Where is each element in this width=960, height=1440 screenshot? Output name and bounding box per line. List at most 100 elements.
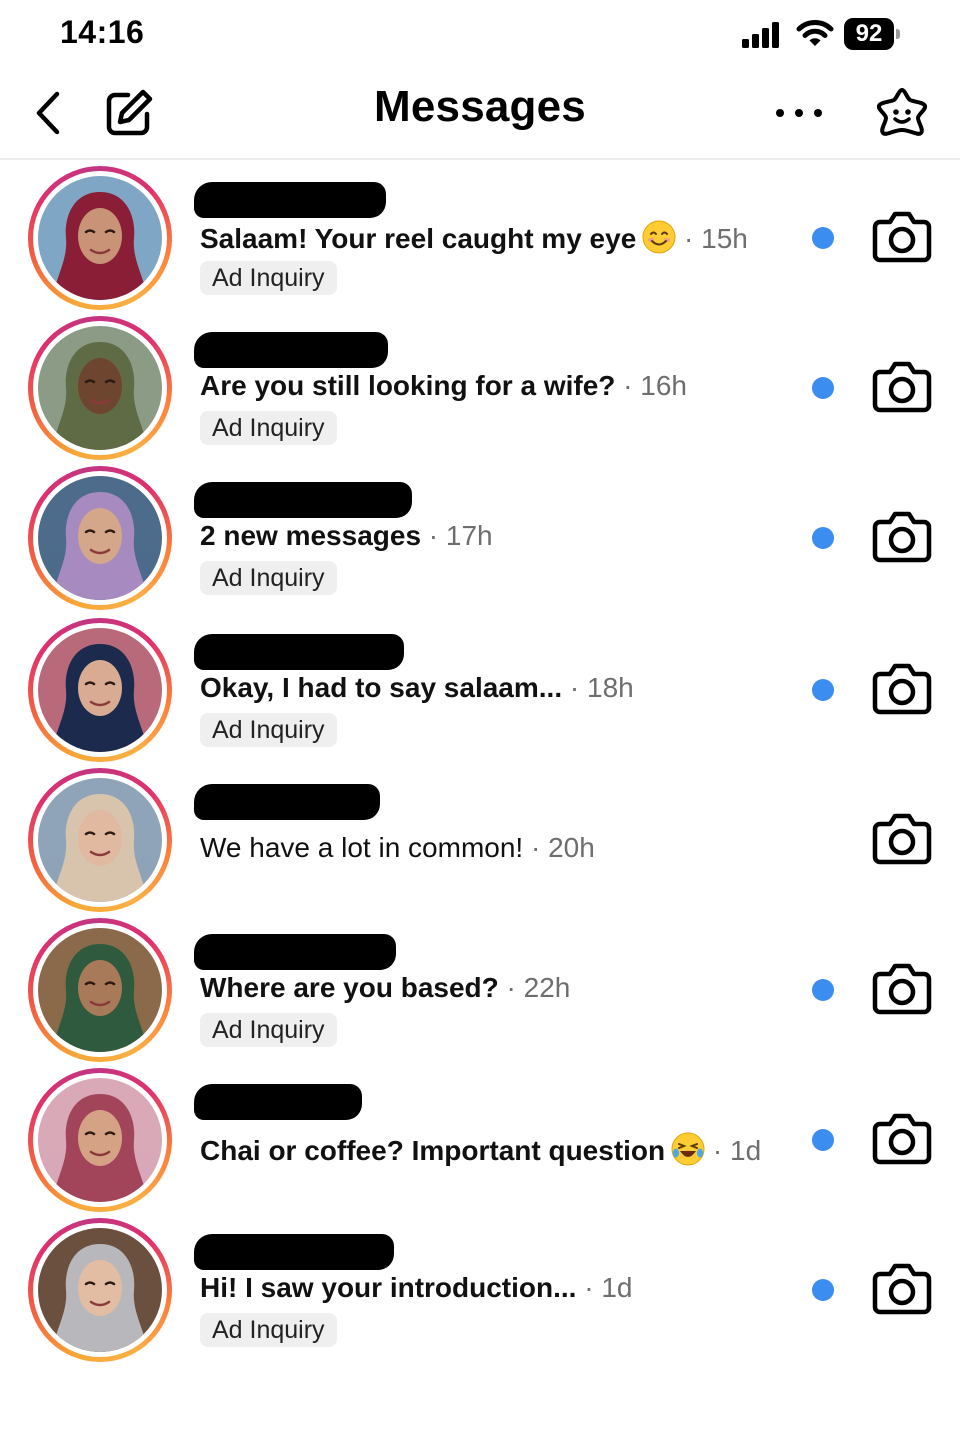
message-timestamp: · 1d [576, 1272, 633, 1303]
story-ring[interactable] [28, 166, 172, 310]
message-preview: Hi! I saw your introduction... · 1d [200, 1272, 633, 1304]
message-timestamp: · 22h [498, 972, 571, 1003]
camera-button[interactable] [872, 208, 932, 264]
story-ring[interactable] [28, 316, 172, 460]
unread-dot [812, 1279, 834, 1301]
unread-dot [812, 227, 834, 249]
status-time: 14:16 [60, 14, 145, 50]
thread-row[interactable]: Okay, I had to say salaam... · 18h Ad Inq… [0, 614, 960, 764]
message-text: Salaam! Your reel caught my eye [200, 223, 637, 254]
header: Messages [0, 70, 960, 160]
camera-icon [872, 211, 932, 263]
message-text: Hi! I saw your introduction... [200, 1272, 577, 1303]
message-timestamp: · 17h [421, 520, 493, 551]
label-chip: Ad Inquiry [200, 1313, 337, 1347]
unread-dot [812, 1129, 834, 1151]
thread-row[interactable]: 2 new messages · 17h Ad Inquiry [0, 462, 960, 612]
redacted-username [194, 482, 412, 518]
status-bar: 14:16 92 [0, 0, 960, 70]
camera-button[interactable] [872, 810, 932, 866]
cellular-signal-icon [742, 22, 779, 48]
message-text: Are you still looking for a wife? [200, 370, 616, 401]
avatar [38, 1228, 162, 1352]
avatar-photo [38, 928, 162, 1052]
message-text: Okay, I had to say salaam... [200, 672, 563, 703]
story-ring[interactable] [28, 618, 172, 762]
thread-row[interactable]: Where are you based? · 22h Ad Inquiry [0, 914, 960, 1064]
ai-assistant-button[interactable] [874, 86, 930, 142]
avatar-photo [38, 778, 162, 902]
label-chip: Ad Inquiry [200, 1013, 337, 1047]
message-timestamp: · 15h [676, 223, 748, 254]
message-text: 2 new messages [200, 520, 422, 551]
thread-row[interactable]: Hi! I saw your introduction... · 1d Ad In… [0, 1214, 960, 1364]
thread-row[interactable]: Are you still looking for a wife? · 16h A… [0, 312, 960, 462]
message-text: We have a lot in common! [200, 832, 524, 863]
thread-row[interactable]: Salaam! Your reel caught my eye · 15h Ad … [0, 162, 960, 312]
redacted-username [194, 934, 396, 970]
camera-icon [872, 361, 932, 413]
story-ring[interactable] [28, 1218, 172, 1362]
avatar [38, 778, 162, 902]
laughing-face-emoji [671, 1132, 705, 1166]
redacted-username [194, 182, 386, 218]
thread-row[interactable]: We have a lot in common! · 20h [0, 764, 960, 914]
redacted-username [194, 1234, 394, 1270]
unread-dot [812, 527, 834, 549]
thread-row[interactable]: Chai or coffee? Important question · 1d [0, 1064, 960, 1214]
avatar-photo [38, 628, 162, 752]
message-preview: Salaam! Your reel caught my eye · 15h [200, 220, 748, 255]
message-preview: We have a lot in common! · 20h [200, 832, 595, 864]
more-icon-dot [814, 109, 822, 117]
avatar [38, 1078, 162, 1202]
camera-icon [872, 813, 932, 865]
camera-button[interactable] [872, 1260, 932, 1316]
label-chip: Ad Inquiry [200, 561, 337, 595]
story-ring[interactable] [28, 466, 172, 610]
camera-button[interactable] [872, 960, 932, 1016]
message-preview: Okay, I had to say salaam... · 18h [200, 672, 634, 704]
avatar [38, 476, 162, 600]
battery-tip [896, 29, 900, 39]
label-chip: Ad Inquiry [200, 261, 337, 295]
smiling-face-emoji [642, 220, 676, 254]
story-ring[interactable] [28, 918, 172, 1062]
avatar-photo [38, 476, 162, 600]
unread-dot [812, 377, 834, 399]
redacted-username [194, 1084, 362, 1120]
message-preview: Where are you based? · 22h [200, 972, 570, 1004]
battery-indicator: 92 [844, 18, 900, 50]
camera-button[interactable] [872, 358, 932, 414]
camera-button[interactable] [872, 660, 932, 716]
message-text: Where are you based? [200, 972, 499, 1003]
avatar [38, 928, 162, 1052]
redacted-username [194, 332, 388, 368]
camera-icon [872, 1263, 932, 1315]
unread-dot [812, 979, 834, 1001]
avatar [38, 628, 162, 752]
story-ring[interactable] [28, 1068, 172, 1212]
camera-button[interactable] [872, 1110, 932, 1166]
unread-dot [812, 679, 834, 701]
redacted-username [194, 634, 404, 670]
avatar [38, 326, 162, 450]
message-timestamp: · 18h [562, 672, 634, 703]
wifi-icon [796, 20, 834, 46]
camera-icon [872, 663, 932, 715]
avatar-photo [38, 326, 162, 450]
more-icon-dot [795, 109, 803, 117]
label-chip: Ad Inquiry [200, 713, 337, 747]
camera-icon [872, 511, 932, 563]
message-timestamp: · 20h [523, 832, 595, 863]
camera-button[interactable] [872, 508, 932, 564]
more-options-button[interactable] [776, 98, 822, 128]
camera-icon [872, 963, 932, 1015]
message-timestamp: · 1d [705, 1135, 762, 1166]
avatar [38, 176, 162, 300]
more-icon-dot [776, 109, 784, 117]
battery-level: 92 [844, 18, 894, 50]
avatar-photo [38, 176, 162, 300]
story-ring[interactable] [28, 768, 172, 912]
camera-icon [872, 1113, 932, 1165]
message-preview: 2 new messages · 17h [200, 520, 493, 552]
